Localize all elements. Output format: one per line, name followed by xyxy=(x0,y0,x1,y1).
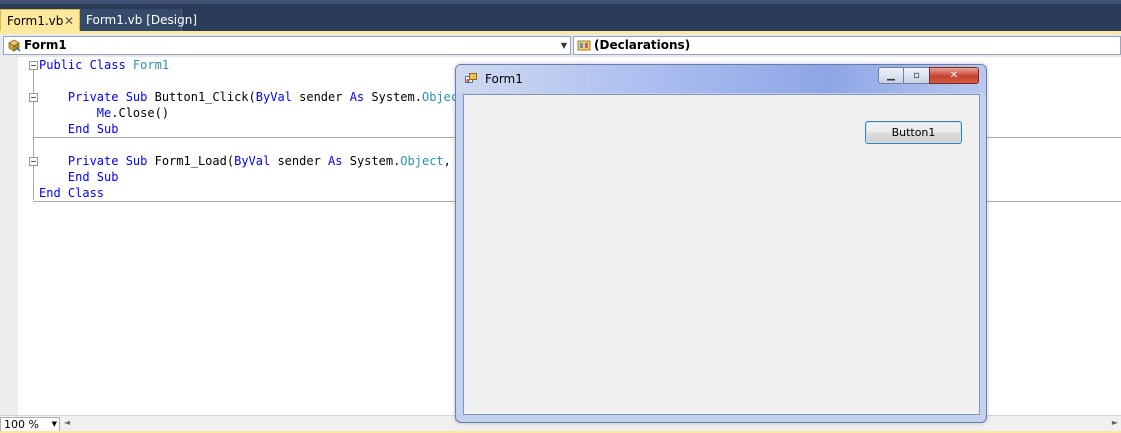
form1-title-bar[interactable]: Form1 ▁ ▫ ✕ xyxy=(456,65,986,93)
member-name-value: (Declarations) xyxy=(594,38,691,52)
class-name-dropdown[interactable]: Form1 ▼ xyxy=(3,36,571,55)
maximize-icon: ▫ xyxy=(913,70,920,81)
class-icon xyxy=(8,39,21,52)
code-token: .Close() xyxy=(111,106,170,120)
outline-class-guide xyxy=(33,70,34,200)
tab-form1-code-label: Form1.vb xyxy=(7,14,64,28)
code-line[interactable]: End Class xyxy=(39,185,104,201)
tab-form1-design-label: Form1.vb [Design] xyxy=(86,13,198,27)
class-dropdown-arrow-icon[interactable]: ▼ xyxy=(561,37,567,54)
keyword-token: Me xyxy=(96,106,112,120)
scroll-right-icon[interactable]: ► xyxy=(1112,418,1118,427)
minimize-button[interactable]: ▁ xyxy=(878,67,904,84)
tab-close-icon[interactable]: ✕ xyxy=(64,10,74,32)
keyword-token: Public Class xyxy=(39,58,133,72)
zoom-dropdown-arrow-icon[interactable]: ▼ xyxy=(52,418,57,431)
type-token: Form1 xyxy=(132,58,170,72)
keyword-token: ByVal xyxy=(234,154,278,168)
form-icon xyxy=(465,73,477,83)
close-icon: ✕ xyxy=(949,70,959,81)
collapse-button1-click-toggle[interactable] xyxy=(29,93,38,102)
type-token: Object xyxy=(400,154,444,168)
tab-form1-design[interactable]: Form1.vb [Design] xyxy=(80,9,197,31)
keyword-token: ByVal xyxy=(255,90,300,104)
code-token: System. xyxy=(349,154,401,168)
outline-sub-guide xyxy=(33,102,34,133)
close-button[interactable]: ✕ xyxy=(929,67,979,84)
keyword-token: Private Sub xyxy=(67,154,155,168)
form1-title: Form1 xyxy=(485,72,523,86)
keyword-token: End Class xyxy=(39,186,105,200)
tab-strip-top-border xyxy=(0,0,1121,4)
form1-client-area: Button1 xyxy=(463,94,980,415)
keyword-token: End Sub xyxy=(67,170,119,184)
zoom-value: 100 % xyxy=(4,418,39,431)
collapse-form1-load-toggle[interactable] xyxy=(29,157,38,166)
scroll-left-icon[interactable]: ◄ xyxy=(64,418,70,427)
member-name-dropdown[interactable]: (Declarations) xyxy=(573,36,1121,55)
code-token: Button1_Click( xyxy=(154,90,256,104)
code-token: sender xyxy=(277,154,329,168)
minimize-icon: ▁ xyxy=(887,70,895,81)
code-navigation-bar: Form1 ▼ (Declarations) xyxy=(0,34,1121,58)
declarations-icon xyxy=(577,40,591,51)
code-token: sender xyxy=(299,90,350,104)
tab-form1-code[interactable]: Form1.vb ✕ xyxy=(0,9,80,31)
code-token: Form1_Load( xyxy=(154,154,235,168)
code-line[interactable]: Private Sub Button1_Click(ByVal sender A… xyxy=(39,89,473,105)
keyword-token: As xyxy=(349,90,372,104)
keyword-token: As xyxy=(328,154,350,168)
keyword-token: End Sub xyxy=(67,122,119,136)
collapse-class-toggle[interactable] xyxy=(29,61,38,70)
maximize-button[interactable]: ▫ xyxy=(904,67,929,84)
code-line[interactable]: Me.Close() xyxy=(39,105,169,121)
keyword-token: Private Sub xyxy=(67,90,155,104)
indicator-margin xyxy=(0,57,18,415)
code-line[interactable]: End Sub xyxy=(39,169,119,185)
class-name-value: Form1 xyxy=(24,38,67,52)
zoom-dropdown[interactable]: 100 % ▼ xyxy=(0,417,60,432)
code-line[interactable]: Public Class Form1 xyxy=(39,57,169,73)
code-line[interactable]: Private Sub Form1_Load(ByVal sender As S… xyxy=(39,153,473,169)
code-line[interactable]: End Sub xyxy=(39,121,119,137)
code-token: System. xyxy=(371,90,422,104)
button1[interactable]: Button1 xyxy=(865,121,962,144)
form1-window[interactable]: Form1 ▁ ▫ ✕ Button1 xyxy=(455,64,987,423)
document-tab-strip: Form1.vb ✕ Form1.vb [Design] xyxy=(0,0,1121,32)
